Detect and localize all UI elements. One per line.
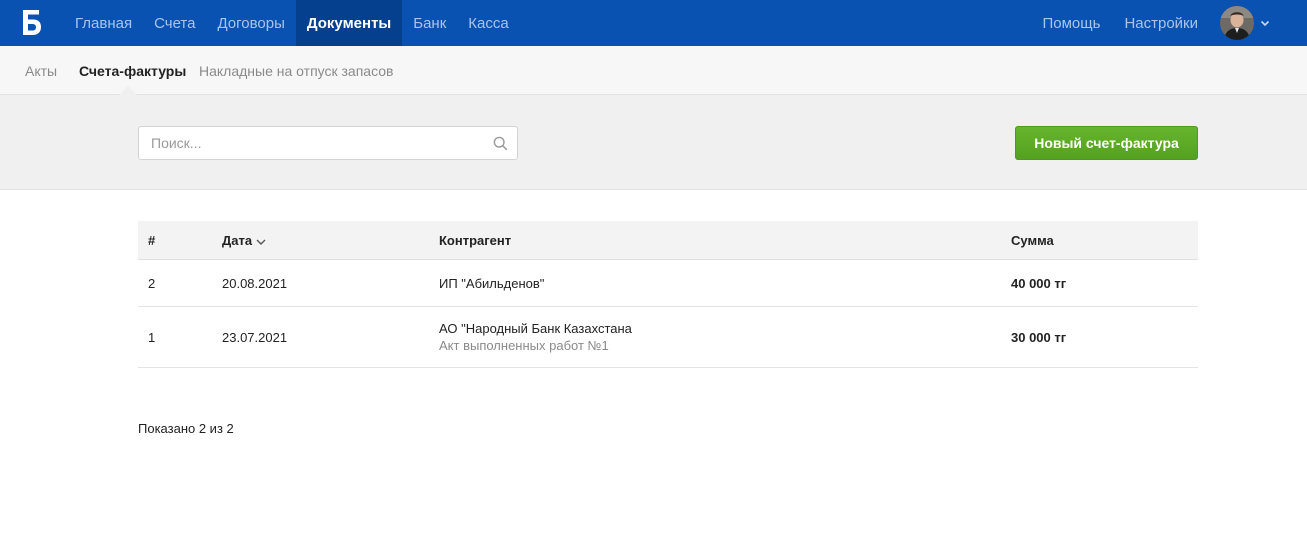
column-header-date-label: Дата [222,233,253,248]
subtab-invoices[interactable]: Счета-фактуры [79,63,186,79]
column-header-counterparty: Контрагент [439,233,512,248]
search-input[interactable] [151,127,481,159]
row-date: 23.07.2021 [222,330,288,345]
subtab-acts[interactable]: Акты [25,63,57,79]
subtabs-bar: Акты Счета-фактуры Накладные на отпуск з… [0,46,1307,95]
nav-right: Помощь Настройки [1043,0,1307,46]
row-counterparty: АО "Народный Банк Казахстана Акт выполне… [439,321,632,353]
row-amount: 30 000 тг [1011,330,1067,345]
table-row[interactable]: 1 23.07.2021 АО "Народный Банк Казахстан… [138,307,1198,368]
nav-item-documents[interactable]: Документы [295,0,403,46]
nav-item-contracts[interactable]: Договоры [206,0,295,46]
row-counterparty: ИП "Абильденов" [439,276,544,291]
nav-item-home[interactable]: Главная [64,0,143,46]
invoices-table: # Дата Контрагент Сумма 2 20.08.2021 ИП … [138,221,1198,368]
nav-item-cash[interactable]: Касса [457,0,519,46]
active-tab-caret [119,86,137,95]
results-count: Показано 2 из 2 [138,421,234,436]
main-nav: Главная Счета Договоры Документы Банк Ка… [64,0,520,46]
new-invoice-button[interactable]: Новый счет-фактура [1015,126,1198,160]
column-header-number: # [148,233,156,248]
avatar [1220,6,1254,40]
row-amount: 40 000 тг [1011,276,1067,291]
row-number: 1 [148,330,156,345]
subtab-waybills[interactable]: Накладные на отпуск запасов [199,63,393,79]
settings-link[interactable]: Настройки [1124,15,1198,32]
table-row[interactable]: 2 20.08.2021 ИП "Абильденов" 40 000 тг [138,260,1198,307]
toolbar: Новый счет-фактура [0,95,1307,190]
profile-menu[interactable] [1220,6,1270,40]
chevron-down-icon [1260,20,1270,27]
sort-chevron-down-icon[interactable] [256,238,266,246]
search-box [138,126,518,160]
table-header: # Дата Контрагент Сумма [138,221,1198,260]
avatar-photo [1220,6,1254,40]
top-navbar: Главная Счета Договоры Документы Банк Ка… [0,0,1307,46]
row-date: 20.08.2021 [222,276,288,291]
logo-icon [23,10,41,35]
search-icon[interactable] [493,136,508,151]
nav-item-accounts[interactable]: Счета [143,0,206,46]
row-number: 2 [148,276,156,291]
counterparty-note: Акт выполненных работ №1 [439,338,609,353]
logo[interactable] [20,7,44,39]
nav-item-bank[interactable]: Банк [402,0,457,46]
counterparty-name: АО "Народный Банк Казахстана [439,321,632,336]
help-link[interactable]: Помощь [1043,15,1101,32]
counterparty-name: ИП "Абильденов" [439,276,545,291]
column-header-amount: Сумма [1011,233,1054,248]
column-header-date[interactable]: Дата [222,233,266,248]
